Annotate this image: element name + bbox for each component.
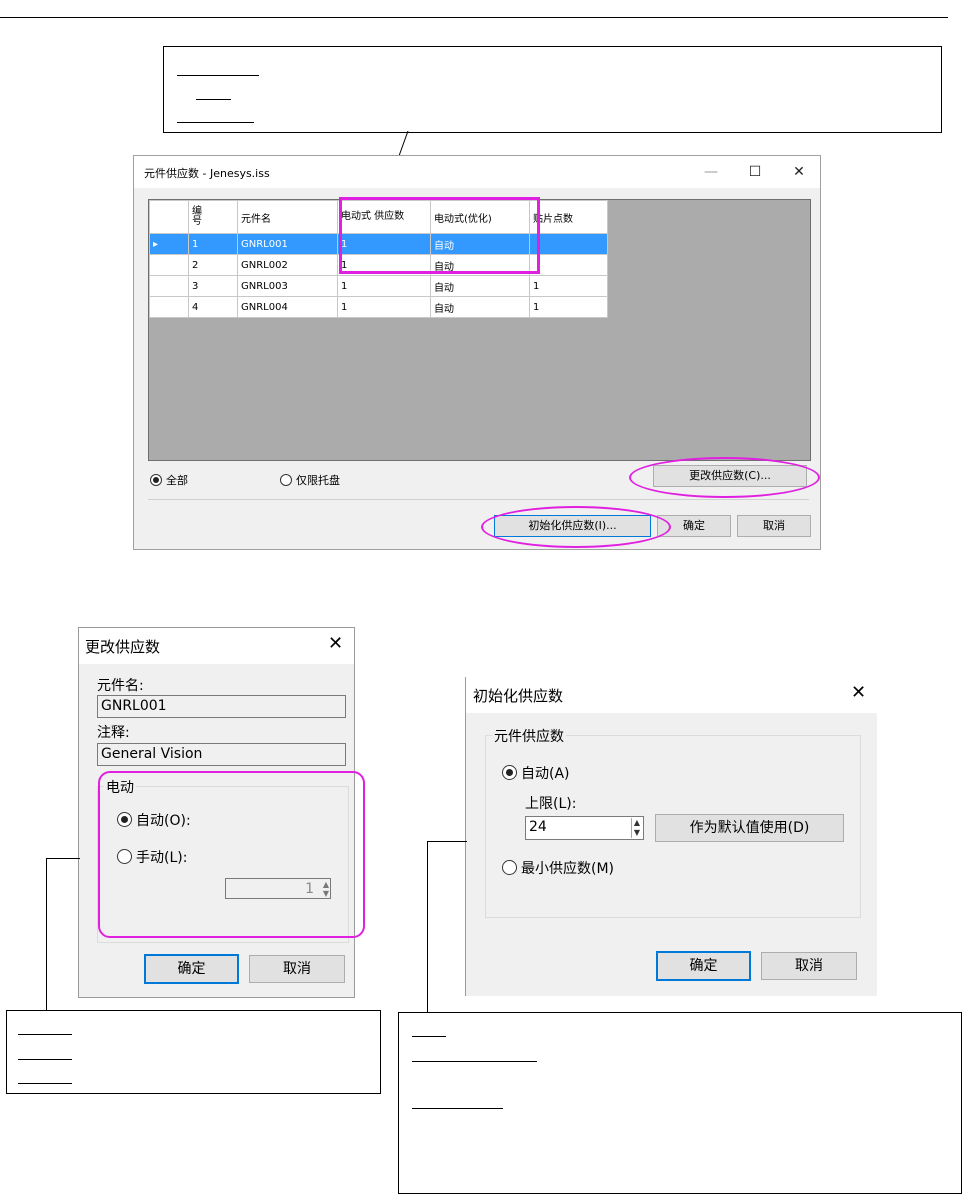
- radio-selected-icon: [150, 474, 162, 486]
- leader-line-right-h: [427, 841, 467, 842]
- change-dialog-title: 更改供应数: [85, 638, 161, 656]
- row-header: [149, 275, 189, 297]
- cell-opt[interactable]: 自动: [430, 275, 530, 297]
- col-header-name[interactable]: 元件名: [237, 200, 338, 234]
- cell-no[interactable]: 2: [188, 254, 238, 276]
- radio-auto-label: 自动(A): [521, 766, 570, 782]
- radio-tray-only[interactable]: 仅限托盘: [280, 472, 340, 488]
- cell-qty[interactable]: 1: [337, 296, 431, 318]
- radio-min-supply[interactable]: 最小供应数(M): [502, 858, 614, 878]
- cell-qty[interactable]: 1: [337, 275, 431, 297]
- leader-line-left-v: [46, 858, 47, 1010]
- radio-min-label: 最小供应数(M): [521, 861, 615, 877]
- radio-all[interactable]: 全部: [150, 472, 188, 488]
- highlight-change-button: [629, 457, 820, 498]
- radio-auto[interactable]: 自动(A): [502, 763, 570, 783]
- cell-points[interactable]: [529, 254, 608, 276]
- cell-points[interactable]: [529, 233, 608, 255]
- col-header-no[interactable]: 编号: [188, 200, 238, 234]
- row-header: [149, 296, 189, 318]
- init-dialog-title: 初始化供应数: [473, 687, 564, 705]
- leader-line-left-h: [46, 858, 80, 859]
- upper-limit-stepper[interactable]: 24 ▲ ▼: [525, 816, 644, 840]
- part-name-label: 元件名:: [97, 678, 144, 694]
- radio-unselected-icon: [502, 860, 517, 875]
- radio-selected-icon: [502, 765, 517, 780]
- cell-no[interactable]: 3: [188, 275, 238, 297]
- cell-name[interactable]: GNRL002: [237, 254, 338, 276]
- cell-name[interactable]: GNRL004: [237, 296, 338, 318]
- cell-points[interactable]: 1: [529, 275, 608, 297]
- upper-limit-label: 上限(L):: [525, 796, 577, 812]
- change-dialog-titlebar: 更改供应数 ✕: [79, 628, 354, 664]
- close-icon[interactable]: ✕: [328, 633, 343, 654]
- separator: [148, 499, 809, 500]
- table-row[interactable]: 3 GNRL003 1 自动 1: [149, 275, 608, 297]
- part-name-field: GNRL001: [97, 695, 346, 718]
- highlight-qty-columns: [339, 197, 540, 274]
- page-top-rule: [0, 17, 948, 18]
- row-header-corner: [149, 200, 189, 234]
- upper-limit-value: 24: [529, 819, 547, 835]
- init-supply-dialog: 初始化供应数 ✕ 元件供应数 自动(A) 上限(L): 24 ▲ ▼ 作为默认值使…: [465, 677, 877, 996]
- maximize-icon[interactable]: ☐: [738, 160, 772, 184]
- use-as-default-button[interactable]: 作为默认值使用(D): [655, 814, 844, 842]
- cancel-button[interactable]: 取消: [761, 952, 857, 980]
- highlight-init-button: [481, 506, 671, 548]
- col-header-points[interactable]: 贴片点数: [529, 200, 608, 234]
- cell-no[interactable]: 1: [188, 233, 238, 255]
- row-header: [149, 254, 189, 276]
- close-icon[interactable]: ✕: [782, 160, 816, 184]
- ok-button[interactable]: 确定: [656, 951, 751, 981]
- minimize-icon[interactable]: —: [694, 160, 728, 184]
- cancel-button[interactable]: 取消: [249, 955, 345, 983]
- table-row[interactable]: 4 GNRL004 1 自动 1: [149, 296, 608, 318]
- callout-note-left: [6, 1010, 381, 1094]
- spinner-arrows-icon[interactable]: ▲ ▼: [630, 818, 642, 838]
- cancel-button[interactable]: 取消: [737, 515, 811, 537]
- comment-label: 注释:: [97, 725, 130, 741]
- leader-line-right-v: [427, 841, 428, 1012]
- comment-field: General Vision: [97, 743, 346, 766]
- radio-unselected-icon: [280, 474, 292, 486]
- cell-points[interactable]: 1: [529, 296, 608, 318]
- highlight-electric-group: [98, 771, 365, 938]
- radio-tray-label: 仅限托盘: [296, 474, 340, 487]
- main-titlebar: 元件供应数 - Jenesys.iss — ☐ ✕: [134, 156, 820, 188]
- radio-all-label: 全部: [166, 474, 188, 487]
- cell-name[interactable]: GNRL001: [237, 233, 338, 255]
- supply-group-label: 元件供应数: [492, 726, 566, 746]
- cell-opt[interactable]: 自动: [430, 296, 530, 318]
- callout-note-top: [163, 46, 942, 133]
- row-pointer-icon: ▸: [149, 233, 189, 255]
- main-window-title: 元件供应数 - Jenesys.iss: [144, 167, 270, 180]
- init-dialog-titlebar: 初始化供应数 ✕: [466, 677, 877, 713]
- ok-button[interactable]: 确定: [144, 954, 239, 984]
- cell-name[interactable]: GNRL003: [237, 275, 338, 297]
- callout-note-right: [398, 1012, 962, 1194]
- cell-no[interactable]: 4: [188, 296, 238, 318]
- close-icon[interactable]: ✕: [851, 682, 866, 703]
